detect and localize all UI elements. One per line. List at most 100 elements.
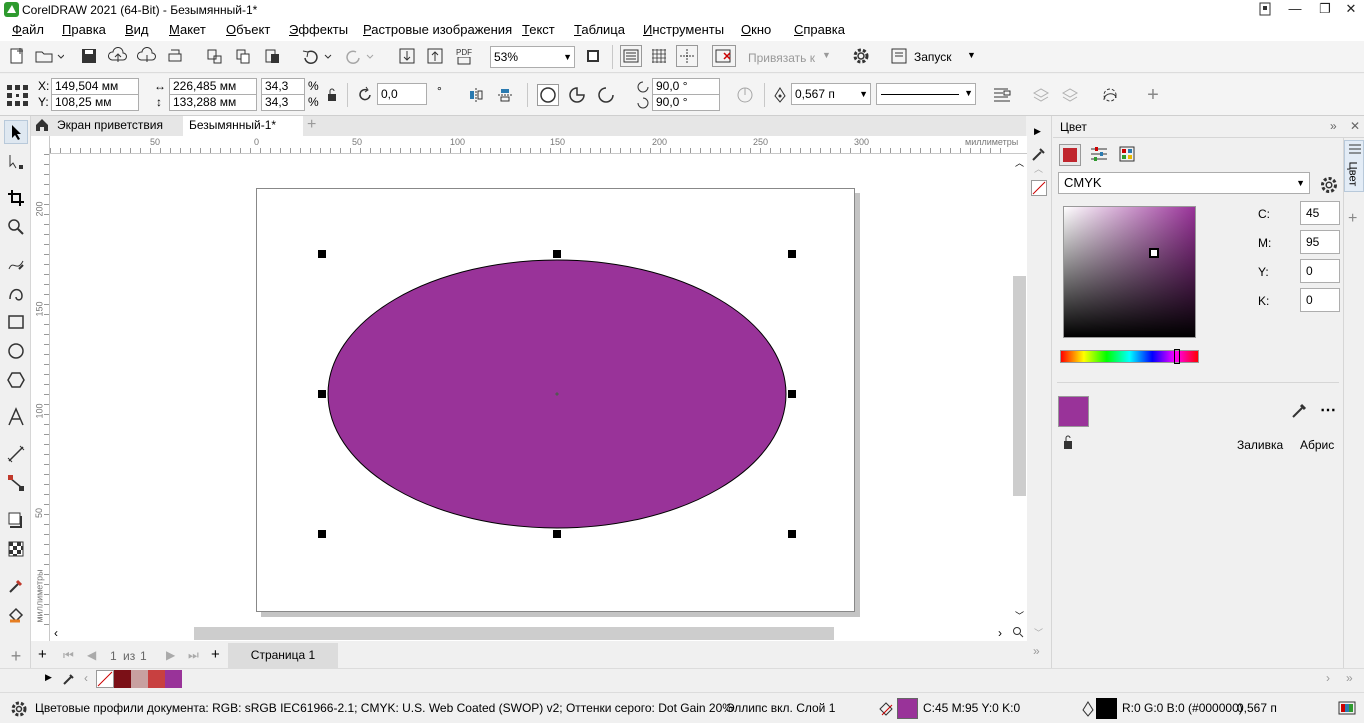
outline-width-select[interactable]: 0,567 п ▼ bbox=[791, 83, 871, 105]
ellipse-shape[interactable] bbox=[320, 250, 800, 540]
ellipse-tool-icon[interactable] bbox=[4, 339, 28, 363]
vertical-scroll-thumb[interactable] bbox=[1013, 276, 1026, 496]
line-style-select[interactable]: ▼ bbox=[876, 83, 976, 105]
open-icon[interactable] bbox=[32, 45, 66, 67]
ellipse-mode-icon[interactable] bbox=[537, 84, 559, 106]
palette-expand-icon[interactable]: » bbox=[1346, 671, 1353, 685]
docker-options-gear-icon[interactable] bbox=[1319, 175, 1339, 198]
hue-slider-handle[interactable] bbox=[1174, 349, 1180, 364]
export-icon[interactable] bbox=[424, 45, 446, 67]
scroll-down-icon[interactable]: ﹀ bbox=[1034, 626, 1043, 639]
direction-icon[interactable] bbox=[734, 84, 756, 106]
menu-object[interactable]: Объект bbox=[226, 22, 270, 37]
no-color-swatch[interactable] bbox=[96, 670, 114, 688]
mirror-horizontal-icon[interactable] bbox=[465, 84, 487, 106]
hue-slider[interactable] bbox=[1060, 349, 1199, 364]
undo-icon[interactable] bbox=[298, 45, 334, 67]
new-tab-icon[interactable]: + bbox=[303, 116, 323, 136]
settings-gear-icon[interactable] bbox=[10, 700, 28, 721]
shape-tool-icon[interactable] bbox=[4, 150, 28, 174]
full-screen-preview-icon[interactable] bbox=[620, 45, 642, 67]
convert-to-curves-icon[interactable] bbox=[1099, 84, 1121, 106]
menu-file[interactable]: Файл bbox=[12, 22, 44, 37]
menu-view[interactable]: Вид bbox=[125, 22, 149, 37]
add-page-after-icon[interactable]: + bbox=[211, 646, 220, 663]
arc-mode-icon[interactable] bbox=[595, 84, 617, 106]
selection-handle[interactable] bbox=[318, 530, 326, 538]
cyan-input[interactable]: 45 bbox=[1300, 201, 1340, 225]
palette-swatch[interactable] bbox=[165, 670, 182, 688]
menu-edit[interactable]: Правка bbox=[62, 22, 106, 37]
more-options-icon[interactable]: ⋯ bbox=[1320, 400, 1336, 420]
docker-close-icon[interactable]: ✕ bbox=[1350, 119, 1360, 133]
current-color-swatch[interactable] bbox=[1058, 396, 1089, 427]
color-viewers-icon[interactable] bbox=[1059, 144, 1081, 166]
horizontal-scroll-thumb[interactable] bbox=[194, 627, 834, 640]
show-grid-icon[interactable] bbox=[648, 45, 670, 67]
copy-icon[interactable] bbox=[232, 45, 254, 67]
object-origin-icon[interactable] bbox=[4, 82, 30, 108]
drop-shadow-icon[interactable] bbox=[4, 508, 28, 532]
selection-handle[interactable] bbox=[788, 530, 796, 538]
start-angle-input[interactable]: 90,0 ° bbox=[652, 78, 720, 95]
no-fill-swatch[interactable] bbox=[1031, 180, 1047, 196]
selection-handle[interactable] bbox=[553, 530, 561, 538]
transparency-tool-icon[interactable] bbox=[4, 537, 28, 561]
color-picker-field[interactable] bbox=[1063, 206, 1196, 338]
menu-window[interactable]: Окно bbox=[741, 22, 771, 37]
palette-eyedropper-icon[interactable] bbox=[62, 672, 76, 689]
selection-handle[interactable] bbox=[788, 250, 796, 258]
wrap-text-icon[interactable] bbox=[990, 84, 1014, 106]
menu-help[interactable]: Справка bbox=[794, 22, 845, 37]
launch-dropdown[interactable]: Запуск bbox=[914, 50, 952, 64]
interactive-fill-icon[interactable] bbox=[4, 603, 28, 627]
next-page-icon[interactable]: ▶ bbox=[166, 648, 175, 662]
palette-scroll-right-icon[interactable]: › bbox=[1326, 671, 1330, 685]
lock-icon[interactable] bbox=[1061, 434, 1075, 453]
new-document-icon[interactable] bbox=[6, 45, 28, 67]
redo-icon[interactable] bbox=[340, 45, 376, 67]
prev-page-icon[interactable]: ◀ bbox=[87, 648, 96, 662]
selection-handle[interactable] bbox=[553, 250, 561, 258]
first-page-icon[interactable]: ⏮ bbox=[63, 648, 74, 663]
black-input[interactable]: 0 bbox=[1300, 288, 1340, 312]
add-icon[interactable]: + bbox=[1142, 84, 1164, 106]
color-picker-cursor[interactable] bbox=[1149, 248, 1159, 258]
menu-layout[interactable]: Макет bbox=[169, 22, 206, 37]
selection-handle[interactable] bbox=[318, 390, 326, 398]
end-angle-input[interactable]: 90,0 ° bbox=[652, 94, 720, 111]
horizontal-ruler[interactable]: 50 0 50 100 150 200 250 300 миллиметры bbox=[50, 136, 1027, 154]
pie-mode-icon[interactable] bbox=[566, 84, 588, 106]
launch-icon[interactable] bbox=[888, 45, 910, 67]
selection-handle[interactable] bbox=[318, 250, 326, 258]
expand-arrow-icon[interactable]: ▶ bbox=[1034, 126, 1041, 137]
parallel-dimension-icon[interactable] bbox=[4, 442, 28, 466]
save-icon[interactable] bbox=[78, 45, 100, 67]
width-input[interactable]: 226,485 мм bbox=[169, 78, 257, 95]
yellow-input[interactable]: 0 bbox=[1300, 259, 1340, 283]
menu-effects[interactable]: Эффекты bbox=[289, 22, 348, 37]
freehand-tool-icon[interactable] bbox=[4, 252, 28, 276]
palette-swatch[interactable] bbox=[131, 670, 148, 688]
eyedropper-icon[interactable] bbox=[1291, 401, 1309, 422]
zoom-level-select[interactable]: 53% ▼ bbox=[490, 46, 575, 68]
zoom-tool-icon[interactable] bbox=[4, 215, 28, 239]
eyedropper-tool-icon[interactable] bbox=[4, 574, 28, 598]
cut-icon[interactable] bbox=[203, 45, 225, 67]
selection-handle[interactable] bbox=[788, 390, 796, 398]
x-position-input[interactable]: 149,504 мм bbox=[51, 78, 139, 95]
zoom-corner-icon[interactable] bbox=[1012, 626, 1024, 641]
docker-expand-icon[interactable]: » bbox=[1330, 119, 1337, 133]
fill-button[interactable]: Заливка bbox=[1237, 438, 1283, 452]
text-tool-icon[interactable] bbox=[4, 405, 28, 429]
color-proof-icon[interactable] bbox=[1338, 700, 1356, 719]
menu-tools[interactable]: Инструменты bbox=[643, 22, 724, 37]
outline-button[interactable]: Абрис bbox=[1300, 438, 1334, 452]
palette-menu-icon[interactable]: ▶ bbox=[45, 672, 52, 683]
scale-height-input[interactable]: 34,3 bbox=[261, 94, 305, 111]
palette-swatch[interactable] bbox=[148, 670, 165, 688]
to-back-icon[interactable] bbox=[1059, 84, 1081, 106]
cloud-upload-icon[interactable] bbox=[106, 45, 130, 67]
color-docker-tab[interactable]: Цвет bbox=[1344, 140, 1364, 192]
add-tool-icon[interactable]: + bbox=[4, 644, 28, 668]
